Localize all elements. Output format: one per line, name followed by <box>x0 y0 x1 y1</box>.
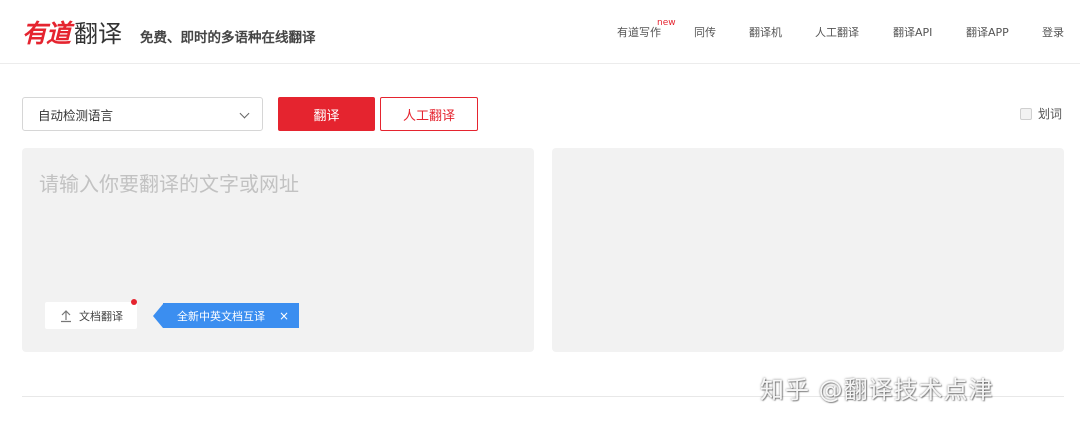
nav-item-human-translation[interactable]: 人工翻译 <box>815 24 859 40</box>
word-select-checkbox[interactable] <box>1020 107 1032 120</box>
translate-button[interactable]: 翻译 <box>278 97 375 131</box>
language-select-value: 自动检测语言 <box>38 107 114 123</box>
language-select[interactable]: 自动检测语言 <box>22 97 263 131</box>
word-select-toggle[interactable]: 划词 <box>1020 105 1062 122</box>
doc-translate-tip: 全新中英文档互译 × <box>153 303 300 328</box>
doc-translate-label: 文档翻译 <box>79 309 123 323</box>
word-select-label: 划词 <box>1038 107 1063 121</box>
tip-body: 全新中英文档互译 × <box>163 303 300 328</box>
doc-translate-button[interactable]: 文档翻译 <box>45 299 137 329</box>
nav-item-label: 有道写作 <box>617 26 661 39</box>
nav-item-app[interactable]: 翻译APP <box>966 24 1009 40</box>
nav-item-api[interactable]: 翻译API <box>893 24 932 40</box>
watermark: 知乎 @翻译技术点津 <box>760 376 994 404</box>
top-header: 有道 翻译 免费、即时的多语种在线翻译 有道写作 new 同传 翻译机 人工翻译… <box>0 0 1080 64</box>
input-placeholder[interactable]: 请输入你要翻译的文字或网址 <box>39 168 299 197</box>
human-translate-button[interactable]: 人工翻译 <box>380 97 478 131</box>
login-link[interactable]: 登录 <box>1042 24 1064 40</box>
notification-dot <box>131 299 137 305</box>
upload-icon <box>61 309 71 322</box>
tip-text: 全新中英文档互译 <box>177 309 265 323</box>
translation-output <box>552 148 1064 352</box>
tip-arrow <box>153 303 163 328</box>
nav-item-translator-device[interactable]: 翻译机 <box>749 24 782 40</box>
close-icon[interactable]: × <box>279 309 289 323</box>
new-badge: new <box>657 18 676 28</box>
chevron-down-icon <box>239 108 250 119</box>
top-nav: 有道写作 new 同传 翻译机 人工翻译 翻译API 翻译APP 登录 <box>0 18 1080 40</box>
nav-item-writing[interactable]: 有道写作 new <box>617 18 676 40</box>
nav-item-simultaneous[interactable]: 同传 <box>694 24 716 40</box>
